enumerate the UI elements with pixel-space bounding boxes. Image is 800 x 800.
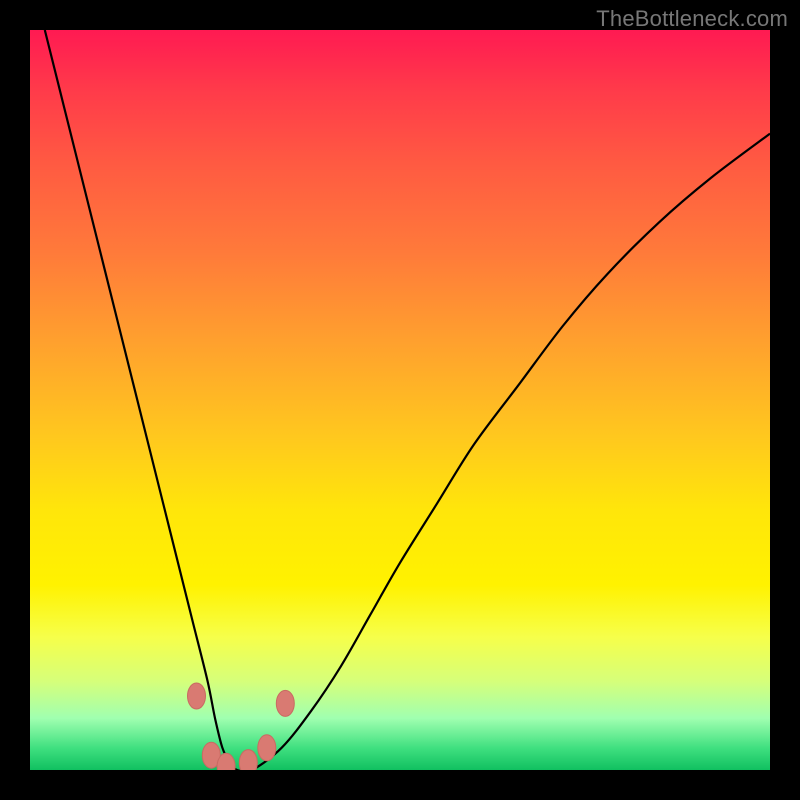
bottleneck-curve-svg bbox=[30, 30, 770, 770]
bottleneck-curve-line bbox=[45, 30, 770, 770]
tolerance-bead bbox=[239, 750, 257, 770]
tolerance-bead bbox=[188, 683, 206, 709]
watermark-text: TheBottleneck.com bbox=[596, 6, 788, 32]
tolerance-bead bbox=[258, 735, 276, 761]
tolerance-bead bbox=[276, 690, 294, 716]
chart-plot-area bbox=[30, 30, 770, 770]
tolerance-beads-group bbox=[188, 683, 295, 770]
